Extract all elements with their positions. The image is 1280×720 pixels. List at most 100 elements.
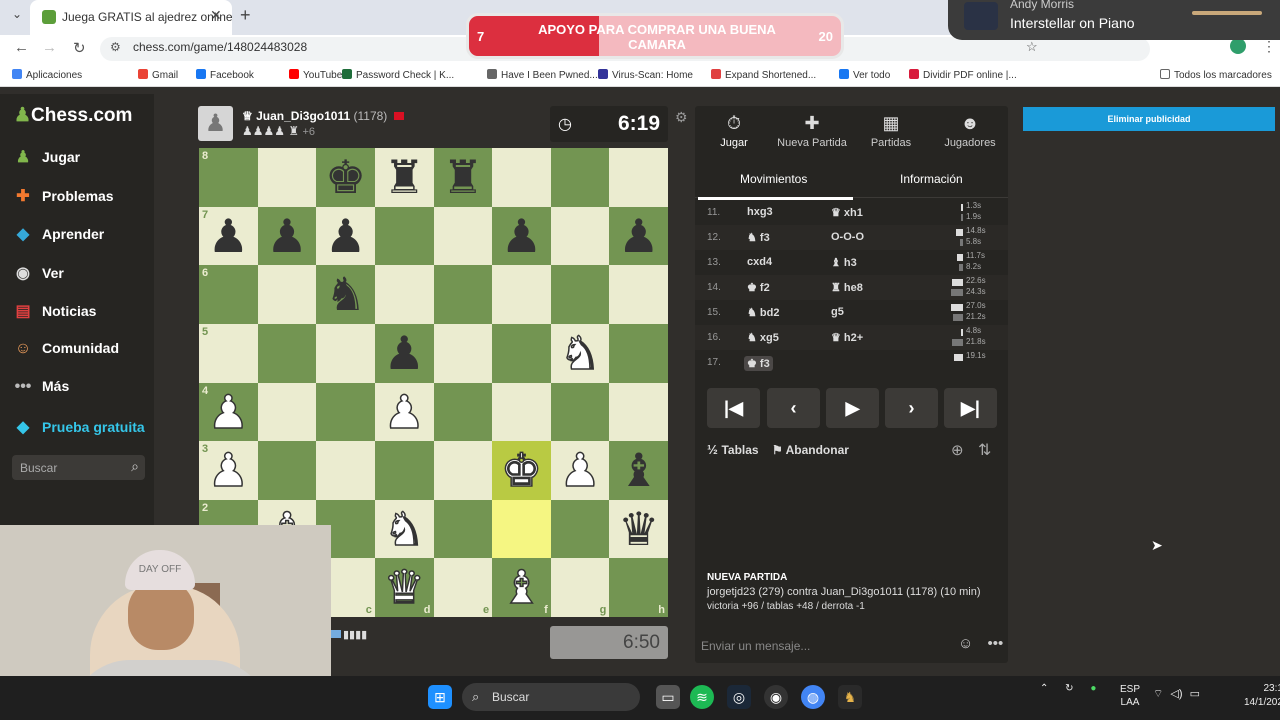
top-player-name[interactable]: ♕ Juan_Di3go1011 (1178)	[242, 109, 404, 123]
square-g7[interactable]	[550, 206, 610, 266]
draw-button[interactable]: ½ Tablas	[707, 442, 759, 457]
tab-nueva-partida[interactable]: ✚ Nueva Partida	[773, 106, 851, 156]
black-pawn-piece[interactable]: ♟	[375, 324, 434, 383]
more-options-icon[interactable]: •••	[988, 635, 1004, 652]
url-text[interactable]: chess.com/game/148024483028	[133, 40, 307, 54]
black-move[interactable]: ♝ h3	[831, 256, 857, 269]
tab-jugadores[interactable]: ☻ Jugadores	[931, 106, 1009, 156]
previous-move-button[interactable]: ‹	[767, 388, 820, 428]
square-g4[interactable]	[550, 382, 610, 442]
square-f1[interactable]: f ♝	[492, 558, 551, 617]
bookmark-item[interactable]: Ver todo	[839, 69, 890, 81]
bookmark-item[interactable]: Aplicaciones	[12, 69, 82, 81]
sidebar-item-ver[interactable]: ◉ Ver	[12, 263, 64, 287]
square-c4[interactable]	[316, 382, 375, 442]
square-b3[interactable]	[257, 441, 317, 500]
white-move[interactable]: ♚ f3	[744, 356, 773, 371]
square-f8[interactable]	[492, 148, 551, 207]
square-d5[interactable]: ♟	[374, 323, 434, 383]
show-hidden-icons[interactable]: ⌃	[1040, 683, 1048, 694]
square-d3[interactable]	[374, 441, 434, 500]
square-h4[interactable]	[609, 382, 668, 442]
bookmark-item[interactable]: Gmail	[138, 69, 178, 81]
sidebar-item-más[interactable]: ••• Más	[12, 378, 70, 402]
square-d8[interactable]: ♜	[374, 148, 434, 207]
square-h6[interactable]	[609, 265, 668, 324]
chrome-icon[interactable]: ◍	[801, 685, 825, 709]
square-e1[interactable]: e	[433, 558, 493, 617]
white-king-piece[interactable]: ♚	[492, 441, 551, 500]
bookmark-item[interactable]: Facebook	[196, 69, 254, 81]
square-a8[interactable]: 8	[199, 148, 258, 207]
black-queen-piece[interactable]: ♛	[609, 500, 668, 559]
reload-icon[interactable]: ↻	[73, 39, 86, 57]
back-icon[interactable]: ←	[14, 39, 29, 56]
black-rook-piece[interactable]: ♜	[434, 148, 493, 207]
media-popup[interactable]: Andy Morris Interstellar on Piano	[948, 0, 1280, 40]
square-g8[interactable]	[550, 148, 610, 207]
square-f4[interactable]	[492, 382, 551, 442]
black-move[interactable]: ♜ he8	[831, 281, 863, 294]
sidebar-item-noticias[interactable]: ▤ Noticias	[12, 301, 96, 325]
site-info-icon[interactable]: ⚙	[110, 40, 121, 54]
white-move[interactable]: ♞ xg5	[747, 331, 779, 344]
black-pawn-piece[interactable]: ♟	[609, 207, 668, 266]
square-d4[interactable]: ♟	[374, 382, 434, 442]
square-f7[interactable]: ♟	[492, 206, 551, 266]
volume-icon[interactable]: ◁)	[1170, 688, 1182, 700]
square-b8[interactable]	[257, 148, 317, 207]
browser-tab[interactable]: Juega GRATIS al ajedrez online ✕	[30, 0, 233, 35]
chat-input[interactable]: Enviar un mensaje...	[701, 639, 810, 653]
black-pawn-piece[interactable]: ♟	[492, 207, 551, 266]
tab-movimientos[interactable]: Movimientos	[740, 172, 807, 186]
tab-jugar[interactable]: ⏱ Jugar	[695, 106, 773, 156]
tab-partidas[interactable]: ▦ Partidas	[852, 106, 930, 156]
square-e6[interactable]	[433, 265, 493, 324]
square-b5[interactable]	[257, 323, 317, 383]
bookmark-item[interactable]: Dividir PDF online |...	[909, 69, 1017, 81]
square-c8[interactable]: ♚	[316, 148, 375, 207]
emoji-icon[interactable]: ☺	[958, 635, 973, 652]
board-settings-gear-icon[interactable]: ⚙	[675, 109, 688, 126]
spotify-icon[interactable]: ≋	[690, 685, 714, 709]
sidebar-item-problemas[interactable]: ✚ Problemas	[12, 186, 113, 210]
top-player-avatar[interactable]: ♟	[198, 106, 233, 141]
app-icon[interactable]: ♞	[838, 685, 862, 709]
last-move-button[interactable]: ▶|	[944, 388, 997, 428]
square-g5[interactable]: ♞	[550, 323, 610, 383]
square-a5[interactable]: 5	[199, 323, 258, 383]
white-knight-piece[interactable]: ♞	[375, 500, 434, 559]
square-e7[interactable]	[433, 206, 493, 266]
forward-icon[interactable]: →	[42, 39, 57, 56]
new-tab-icon[interactable]: +	[240, 5, 251, 26]
square-d6[interactable]	[374, 265, 434, 324]
bookmark-item[interactable]: YouTube	[289, 69, 342, 81]
sidebar-item-jugar[interactable]: ♟ Jugar	[12, 147, 80, 171]
square-h3[interactable]: ♝	[609, 441, 668, 500]
square-f3[interactable]: ♚	[492, 441, 551, 500]
square-e4[interactable]	[433, 382, 493, 442]
all-bookmarks[interactable]: Todos los marcadores	[1160, 69, 1272, 81]
profile-avatar[interactable]	[1230, 38, 1246, 54]
black-pawn-piece[interactable]: ♟	[199, 207, 258, 266]
taskbar-search[interactable]: ⌕ Buscar	[462, 683, 640, 711]
white-pawn-piece[interactable]: ♟	[199, 383, 258, 442]
play-button[interactable]: ▶	[826, 388, 879, 428]
obs-icon[interactable]: ◉	[764, 685, 788, 709]
black-king-piece[interactable]: ♚	[316, 148, 375, 207]
square-h1[interactable]: h	[609, 558, 668, 617]
square-a4[interactable]: 4 ♟	[199, 382, 258, 442]
black-rook-piece[interactable]: ♜	[375, 148, 434, 207]
square-a7[interactable]: 7 ♟	[199, 206, 258, 266]
square-f6[interactable]	[492, 265, 551, 324]
black-move[interactable]: O-O-O	[831, 231, 864, 243]
square-c7[interactable]: ♟	[316, 206, 375, 266]
square-e5[interactable]	[433, 323, 493, 383]
chess-logo[interactable]: ♟Chess.com	[14, 104, 132, 127]
square-h7[interactable]: ♟	[609, 206, 668, 266]
file-explorer-icon[interactable]: ▭	[656, 685, 680, 709]
square-d7[interactable]	[374, 206, 434, 266]
black-bishop-piece[interactable]: ♝	[609, 441, 668, 500]
tab-search-icon[interactable]: ⌄	[12, 7, 22, 21]
bookmark-item[interactable]: Password Check | K...	[342, 69, 454, 81]
